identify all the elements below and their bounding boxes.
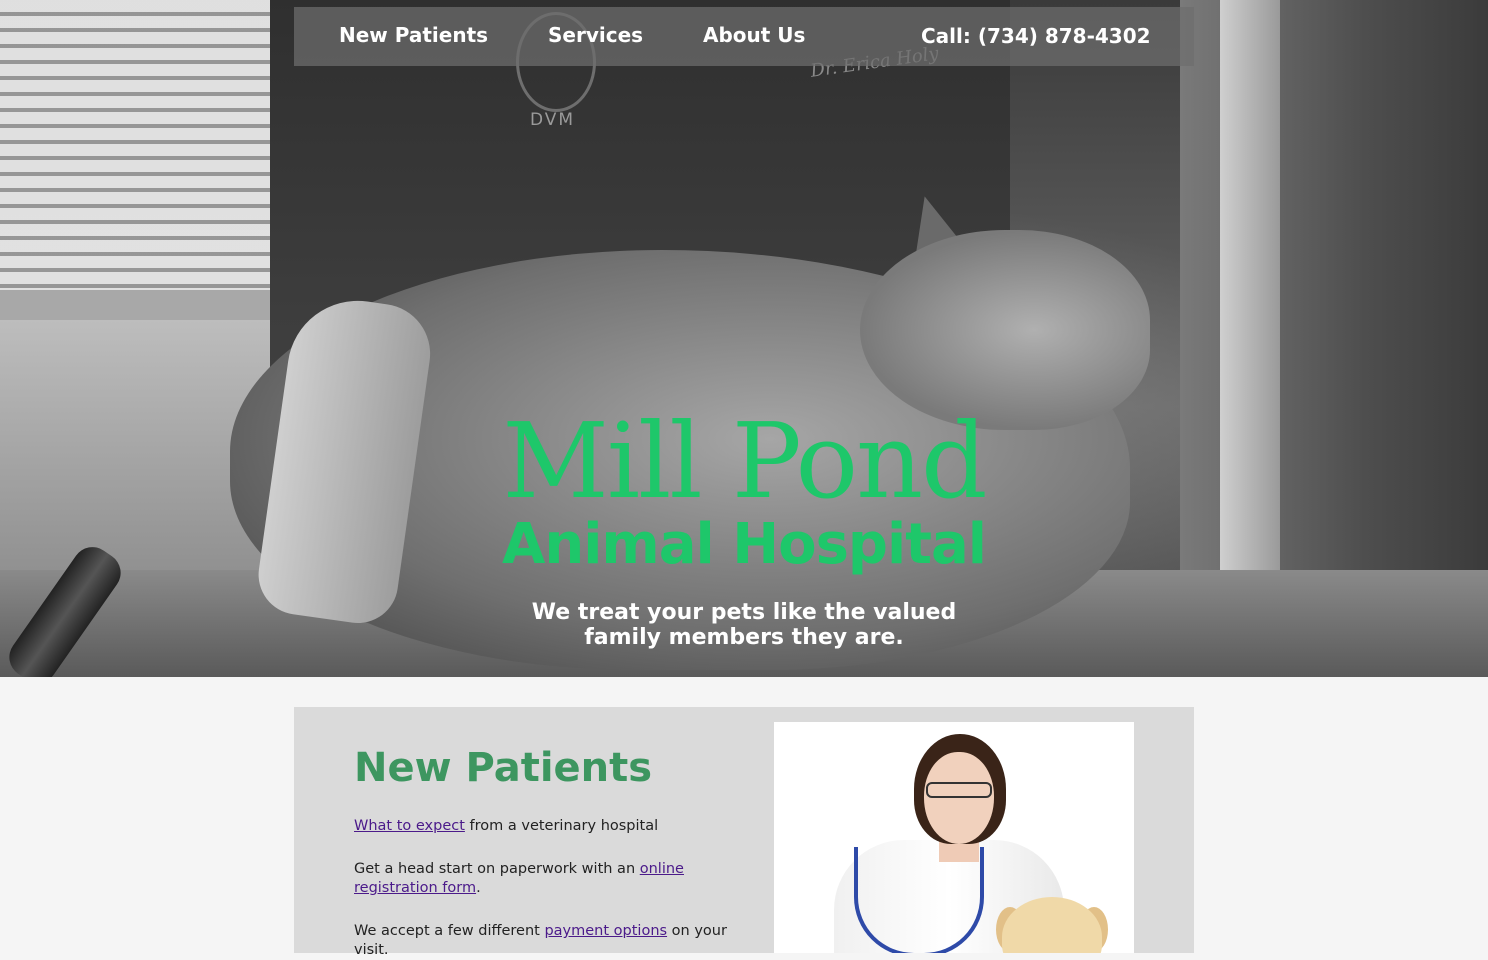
vet-with-puppy-photo <box>774 722 1134 953</box>
hero-subtitle: Animal Hospital <box>502 512 987 577</box>
hero-title: Mill Pond <box>502 400 987 522</box>
section-title: New Patients <box>354 745 653 791</box>
paragraph-text: We accept a few different <box>354 923 545 939</box>
paragraph-text: from a veterinary hospital <box>464 818 659 834</box>
top-nav: New Patients Services About Us Call: (73… <box>294 7 1194 66</box>
paragraph-end: . <box>476 880 481 896</box>
nav-services[interactable]: Services <box>548 7 643 66</box>
hero-banner: DVM Dr. Erica Holy Mill Pond Animal Hosp… <box>0 0 1488 677</box>
nav-new-patients[interactable]: New Patients <box>339 7 488 66</box>
dvm-embroidery: DVM <box>530 110 576 130</box>
hero-door-frame <box>1220 0 1280 620</box>
glasses-icon <box>926 782 992 798</box>
nav-call-phone[interactable]: Call: (734) 878-4302 <box>921 7 1151 66</box>
nav-about-us[interactable]: About Us <box>703 7 805 66</box>
paragraph-what-to-expect: What to expect from a veterinary hospita… <box>354 817 734 836</box>
what-to-expect-link[interactable]: What to expect <box>354 818 465 834</box>
doctor-face <box>924 752 994 844</box>
paragraph-registration: Get a head start on paperwork with an on… <box>354 860 734 898</box>
hero-tagline: We treat your pets like the valued famil… <box>531 600 957 650</box>
paragraph-payment: We accept a few different payment option… <box>354 922 734 960</box>
paragraph-text: Get a head start on paperwork with an <box>354 861 640 877</box>
stethoscope-icon <box>854 847 984 953</box>
payment-options-link[interactable]: payment options <box>544 923 667 939</box>
